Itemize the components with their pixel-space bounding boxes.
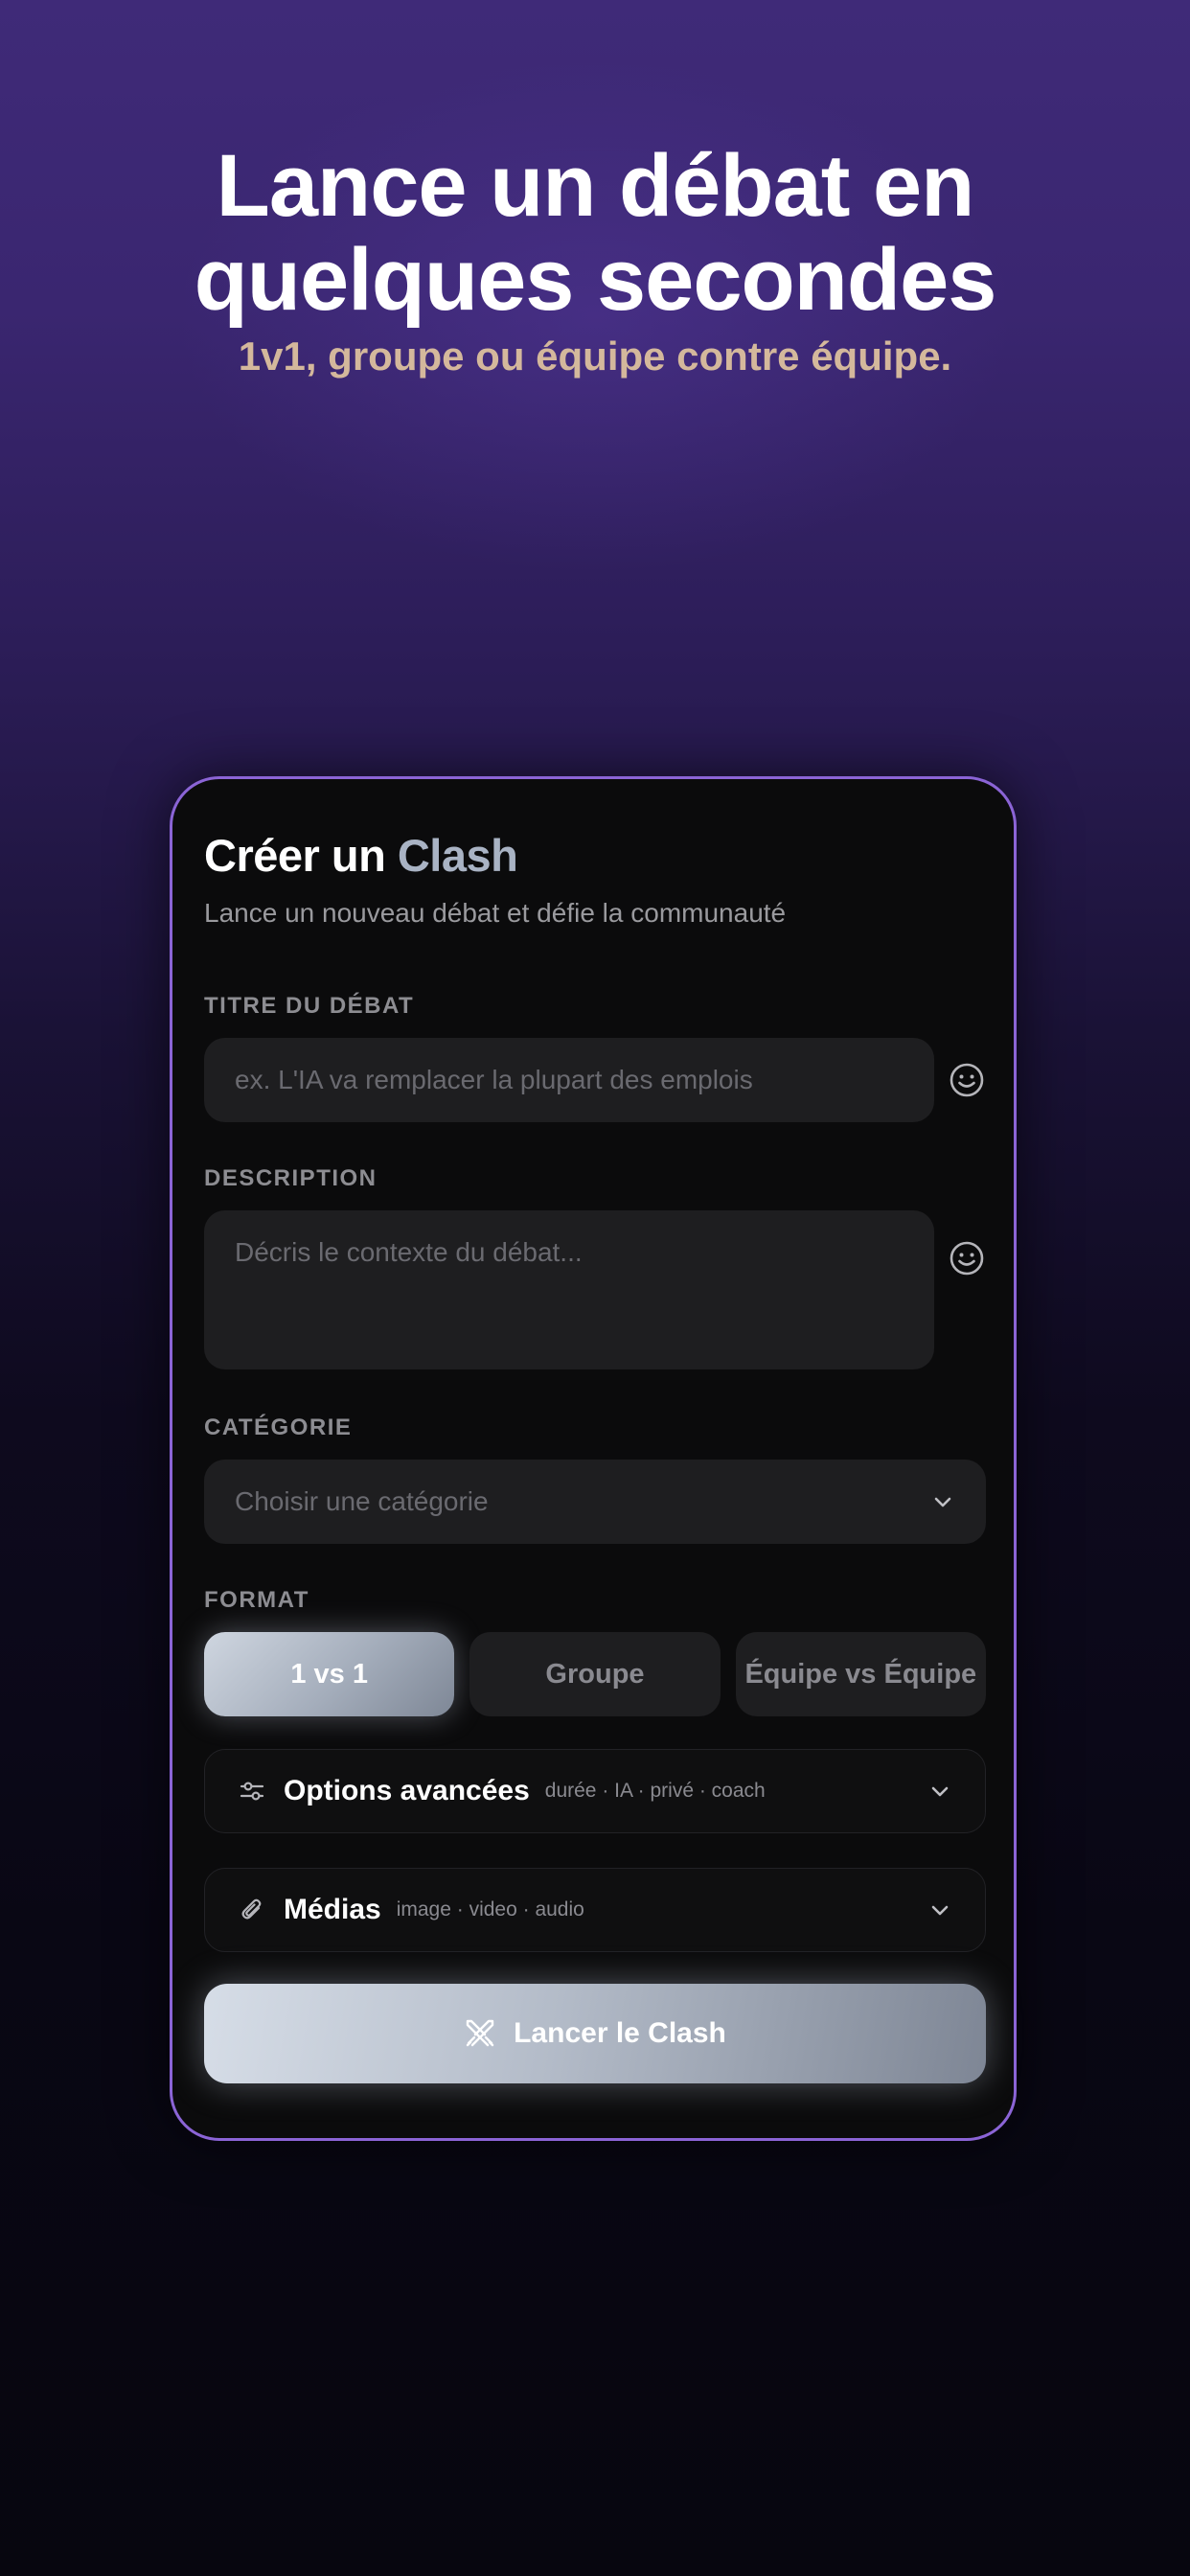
format-option-group[interactable]: Groupe	[469, 1632, 721, 1716]
media-title: Médias	[284, 1894, 381, 1925]
description-label: DESCRIPTION	[204, 1165, 378, 1191]
media-hint: image · video · audio	[396, 1898, 584, 1920]
background-glow	[0, 0, 1190, 862]
advanced-options-hint: durée · IA · privé · coach	[544, 1780, 766, 1802]
category-select[interactable]: Choisir une catégorie	[204, 1460, 986, 1544]
smiley-icon[interactable]	[948, 1239, 986, 1277]
launch-clash-button[interactable]: Lancer le Clash	[204, 1984, 986, 2083]
chevron-down-icon	[931, 1786, 949, 1797]
card-title: Créer un Clash	[204, 829, 518, 883]
hero-title-line1: Lance un débat en	[216, 137, 975, 235]
debate-title-input[interactable]	[204, 1038, 934, 1122]
format-label: FORMAT	[204, 1587, 309, 1613]
chevron-down-icon	[934, 1497, 951, 1507]
launch-clash-label: Lancer le Clash	[514, 2017, 726, 2049]
card-title-text: Créer un	[204, 830, 398, 881]
hero-subtitle: 1v1, groupe ou équipe contre équipe.	[238, 334, 952, 379]
hero-title: Lance un débat en quelques secondes	[0, 139, 1190, 327]
create-clash-card: Créer un Clash Lance un nouveau débat et…	[170, 776, 1017, 2141]
media-toggle[interactable]: Médias image · video · audio	[204, 1868, 986, 1952]
sliders-icon	[240, 1782, 264, 1801]
hero: Lance un débat en quelques secondes 1v1,…	[0, 139, 1190, 380]
category-placeholder: Choisir une catégorie	[235, 1486, 489, 1516]
format-option-team[interactable]: Équipe vs Équipe	[735, 1632, 986, 1716]
format-option-1v1[interactable]: 1 vs 1	[204, 1632, 455, 1716]
smiley-icon[interactable]	[948, 1061, 986, 1099]
crossed-swords-icon	[466, 2019, 494, 2047]
card-title-accent: Clash	[397, 830, 518, 881]
card-subtitle: Lance un nouveau débat et défie la commu…	[204, 898, 787, 928]
category-label: CATÉGORIE	[204, 1414, 353, 1440]
chevron-down-icon	[931, 1905, 949, 1916]
description-input[interactable]	[204, 1210, 934, 1369]
advanced-options-title: Options avancées	[284, 1775, 530, 1806]
advanced-options-toggle[interactable]: Options avancées durée · IA · privé · co…	[204, 1749, 986, 1833]
hero-title-line2: quelques secondes	[194, 231, 997, 329]
format-selector: 1 vs 1 Groupe Équipe vs Équipe	[204, 1632, 986, 1716]
title-label: TITRE DU DÉBAT	[204, 993, 415, 1019]
paperclip-icon	[241, 1898, 262, 1920]
